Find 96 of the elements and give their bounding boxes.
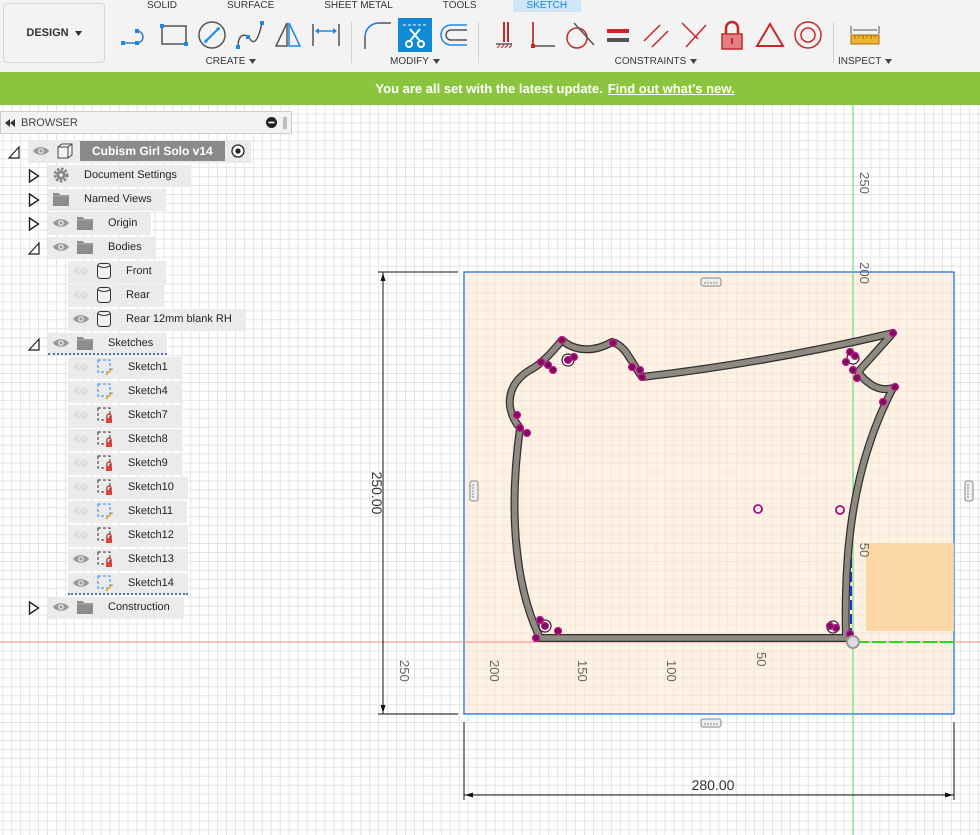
- browser-item[interactable]: Sketch10: [68, 477, 188, 499]
- expanded-triangle-icon[interactable]: [8, 145, 20, 159]
- browser-item[interactable]: Named Views: [48, 189, 166, 211]
- gear-icon: [52, 166, 70, 184]
- axis-label: 250: [857, 172, 872, 194]
- item-label: Sketch4: [127, 385, 169, 397]
- browser-item[interactable]: Construction: [48, 597, 184, 619]
- browser-item[interactable]: Sketch7: [68, 405, 182, 427]
- caret-icon: [690, 59, 698, 64]
- browser-item[interactable]: Sketch13: [68, 549, 188, 571]
- cylinder-icon: [96, 286, 112, 304]
- tool-group-label[interactable]: MODIFY: [390, 56, 429, 67]
- item-label: Sketch14: [127, 577, 175, 589]
- minimize-icon[interactable]: [266, 117, 277, 128]
- grip-icon[interactable]: [700, 278, 722, 286]
- axis-label: 150: [575, 660, 590, 682]
- browser-item[interactable]: Sketch12: [68, 525, 188, 547]
- item-label: Sketch8: [127, 433, 169, 445]
- collapsed-triangle-icon[interactable]: [28, 601, 40, 615]
- browser-item[interactable]: Origin: [48, 213, 152, 235]
- browser-item[interactable]: Rear: [68, 285, 164, 307]
- toolbar-tab[interactable]: SURFACE: [213, 0, 288, 12]
- expanded-triangle-icon[interactable]: [28, 241, 40, 255]
- browser-item[interactable]: Sketch9: [68, 453, 182, 475]
- trim-tool-button[interactable]: [398, 18, 432, 52]
- item-label: Sketch10: [127, 481, 175, 493]
- item-label: Sketch13: [127, 553, 175, 565]
- item-label: Rear 12mm blank RH: [125, 313, 233, 325]
- browser-item[interactable]: Sketch11: [68, 501, 188, 523]
- spline-tool-button[interactable]: [233, 18, 267, 52]
- item-label: Sketch1: [127, 361, 169, 373]
- item-label: Front: [125, 265, 153, 277]
- caret-icon: [432, 59, 440, 64]
- grip-icon[interactable]: [964, 480, 974, 502]
- dimension-value[interactable]: 280.00: [692, 777, 734, 793]
- browser-item[interactable]: Sketch14: [68, 573, 188, 595]
- browser-item[interactable]: Sketches: [48, 333, 168, 355]
- circle-icon: [196, 19, 228, 51]
- item-label: Sketches: [107, 337, 154, 349]
- item-label: Document Settings: [83, 169, 178, 181]
- axis-label: 50: [857, 542, 872, 558]
- item-label: Sketch11: [127, 505, 174, 517]
- caret-icon: [74, 30, 82, 36]
- toolbar-tab[interactable]: SHEET METAL: [310, 0, 407, 12]
- item-label: Origin: [107, 217, 138, 229]
- workspace-dropdown[interactable]: DESIGN: [3, 3, 105, 63]
- item-label: Cubism Girl Solo v14: [80, 141, 225, 161]
- grip-icon[interactable]: [470, 480, 478, 502]
- collapsed-triangle-icon[interactable]: [28, 169, 40, 183]
- item-label: Construction: [107, 601, 171, 613]
- item-label: Rear: [125, 289, 151, 301]
- item-label: Sketch12: [127, 529, 175, 541]
- folder-icon: [76, 599, 94, 615]
- grip-icon[interactable]: [700, 718, 722, 728]
- caret-icon: [249, 59, 256, 64]
- browser-item[interactable]: Rear 12mm blank RH: [68, 309, 246, 331]
- spline-icon: [234, 19, 266, 51]
- caret-icon: [885, 59, 892, 64]
- collapse-icon[interactable]: [5, 118, 15, 126]
- axis-label: 250: [397, 660, 412, 682]
- cylinder-icon: [96, 262, 112, 280]
- pin-icon[interactable]: [283, 116, 287, 128]
- folder-icon: [52, 191, 70, 207]
- item-label: Sketch9: [127, 457, 169, 469]
- tool-group-label[interactable]: CONSTRAINTS: [614, 56, 686, 67]
- tool-group-label[interactable]: CREATE: [206, 56, 246, 67]
- browser-item[interactable]: Sketch1: [68, 357, 182, 379]
- expanded-triangle-icon[interactable]: [28, 337, 40, 351]
- cube-icon: [56, 142, 74, 160]
- toolbar-tab[interactable]: TOOLS: [428, 0, 491, 12]
- folder-icon: [76, 239, 94, 255]
- browser-item[interactable]: Sketch4: [68, 381, 182, 403]
- origin-point[interactable]: [846, 635, 860, 649]
- browser-item[interactable]: Sketch8: [68, 429, 182, 451]
- axis-label: 100: [664, 660, 679, 682]
- folder-icon: [76, 335, 94, 351]
- radio-icon[interactable]: [230, 144, 245, 158]
- item-label: Sketch7: [127, 409, 169, 421]
- folder-icon: [76, 215, 94, 231]
- browser-title: BROWSER: [21, 116, 79, 128]
- toolbar-tab[interactable]: SOLID: [133, 0, 192, 12]
- dimension-value[interactable]: 250.00: [369, 472, 385, 514]
- browser-item[interactable]: Bodies: [48, 237, 156, 259]
- axis-label: 200: [487, 660, 502, 682]
- tool-group-label[interactable]: INSPECT: [838, 56, 882, 67]
- item-label: Named Views: [83, 193, 153, 205]
- banner-message: You are all set with the latest update.: [375, 81, 603, 96]
- concentric-icon: [792, 19, 824, 51]
- collapsed-triangle-icon[interactable]: [28, 217, 40, 231]
- cylinder-icon: [96, 310, 112, 328]
- collapsed-triangle-icon[interactable]: [28, 193, 40, 207]
- axis-label: 200: [857, 262, 872, 284]
- browser-item[interactable]: Document Settings: [48, 165, 191, 187]
- axis-label: 50: [754, 652, 769, 666]
- browser-item[interactable]: Front: [68, 261, 166, 283]
- item-label: Bodies: [107, 241, 143, 253]
